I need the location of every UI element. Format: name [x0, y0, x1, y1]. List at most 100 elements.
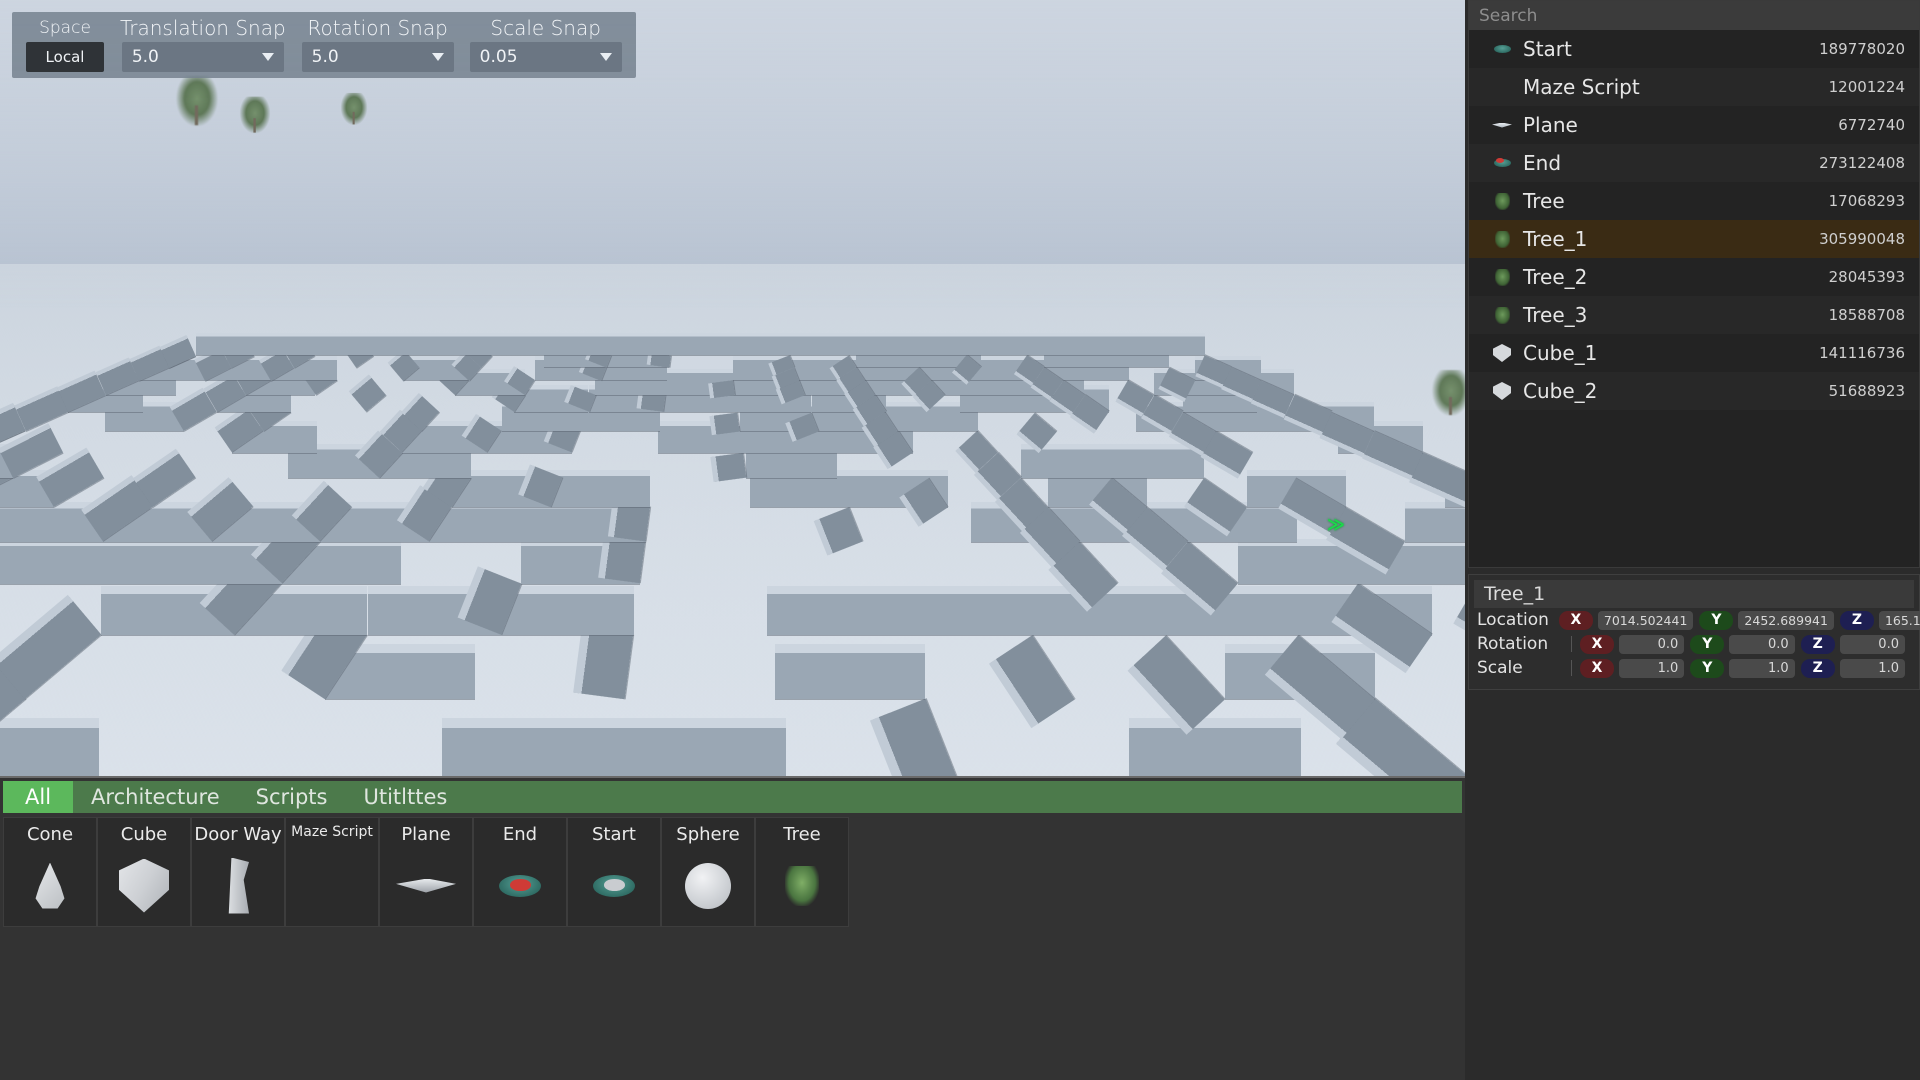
maze-wall	[598, 536, 645, 583]
axis-y-input[interactable]: 2452.689941	[1738, 611, 1834, 630]
3d-viewport[interactable]: ≫	[0, 0, 1465, 776]
rotation-snap-dropdown[interactable]: 5.0	[302, 42, 454, 72]
maze-wall	[0, 718, 99, 776]
divider	[1571, 660, 1572, 676]
asset-cell[interactable]: Start	[567, 817, 661, 927]
outliner-row-id: 141116736	[1819, 344, 1905, 362]
maze-wall	[0, 539, 43, 583]
scene-tree[interactable]	[341, 93, 368, 125]
inspector-title-field[interactable]: Tree_1	[1474, 580, 1914, 608]
outliner-list[interactable]: Start189778020Maze Script12001224Plane67…	[1469, 30, 1919, 410]
asset-category-tabs[interactable]: AllArchitectureScriptsUtitlttes	[3, 781, 1462, 813]
transform-row: RotationX0.0Y0.0Z0.0	[1469, 632, 1919, 656]
maze-wall	[670, 333, 729, 355]
outliner-row-id: 18588708	[1829, 306, 1905, 324]
outliner-row-name: Tree_1	[1523, 227, 1819, 251]
outliner-row-name: Start	[1523, 37, 1819, 61]
maze-wall	[1026, 333, 1085, 355]
search-input[interactable]: Search	[1469, 1, 1919, 30]
maze-wall	[900, 586, 1033, 635]
maze-wall	[492, 333, 551, 355]
scale-snap-dropdown[interactable]: 0.05	[470, 42, 622, 72]
maze-wall	[314, 333, 373, 355]
asset-cell[interactable]: Cube	[97, 817, 191, 927]
translation-snap-dropdown[interactable]: 5.0	[122, 42, 284, 72]
inspector-panel: Tree_1 Location X 7014.502441 Y 2452.689941 Z…	[1468, 574, 1920, 690]
outliner-row-name: End	[1523, 151, 1819, 175]
axis-z-input[interactable]: 1.0	[1840, 659, 1905, 678]
transform-row: LocationX7014.502441Y2452.689941Z165.100…	[1469, 608, 1919, 632]
outliner-row-name: Tree_2	[1523, 265, 1829, 289]
asset-tab-scripts[interactable]: Scripts	[238, 781, 346, 813]
asset-label: Plane	[401, 824, 450, 845]
asset-tab-utitlttes[interactable]: Utitlttes	[345, 781, 465, 813]
axis-z-input[interactable]: 0.0	[1840, 635, 1905, 654]
axis-y-input[interactable]: 1.0	[1729, 659, 1794, 678]
outliner-row[interactable]: Tree_228045393	[1469, 258, 1919, 296]
axis-y-input[interactable]: 0.0	[1729, 635, 1794, 654]
tree-icon	[1491, 190, 1513, 212]
outliner-row-name: Cube_2	[1523, 379, 1829, 403]
outliner-row[interactable]: Tree17068293	[1469, 182, 1919, 220]
asset-tab-architecture[interactable]: Architecture	[73, 781, 238, 813]
asset-cell[interactable]: Maze Script	[285, 817, 379, 927]
rotation-snap-label: Rotation Snap	[307, 14, 447, 42]
outliner-row[interactable]: Maze Script12001224	[1469, 68, 1919, 106]
disc-red-icon	[1491, 152, 1513, 174]
search-placeholder: Search	[1479, 6, 1537, 26]
axis-y-badge: Y	[1690, 635, 1724, 654]
asset-cell[interactable]: Cone	[3, 817, 97, 927]
tree-icon	[1491, 228, 1513, 250]
transform-gizmo-arrow[interactable]: ≫	[1327, 515, 1342, 535]
maze-wall	[442, 718, 614, 776]
asset-cell[interactable]: Door Way	[191, 817, 285, 927]
maze-wall	[374, 333, 433, 355]
outliner-row-name: Plane	[1523, 113, 1838, 137]
rotation-snap-value: 5.0	[312, 47, 339, 67]
space-dropdown[interactable]: Local	[26, 42, 104, 72]
maze-wall	[709, 412, 740, 435]
outliner-row[interactable]: Start189778020	[1469, 30, 1919, 68]
translation-snap-value: 5.0	[132, 47, 159, 67]
axis-x-input[interactable]: 1.0	[1619, 659, 1684, 678]
asset-label: Sphere	[676, 824, 739, 845]
scene-tree[interactable]	[176, 76, 218, 127]
asset-grid[interactable]: ConeCubeDoor Way Maze Script Plane EndStart…	[3, 817, 1465, 927]
asset-label: Maze Script	[291, 824, 373, 840]
maze-wall	[551, 470, 650, 507]
outliner-row[interactable]: Cube_1141116736	[1469, 334, 1919, 372]
asset-label: Tree	[783, 824, 821, 845]
outliner-row-name: Tree_3	[1523, 303, 1829, 327]
axis-z-badge: Z	[1801, 635, 1835, 654]
transform-row-label: Location	[1477, 610, 1549, 630]
maze-wall	[710, 453, 746, 482]
axis-z-input[interactable]: 165.100021	[1879, 611, 1920, 630]
scene-tree[interactable]	[240, 97, 270, 134]
asset-cell[interactable]: Plane	[379, 817, 473, 927]
axis-x-input[interactable]: 0.0	[1619, 635, 1684, 654]
outliner-row[interactable]: End273122408	[1469, 144, 1919, 182]
axis-x-badge: X	[1580, 659, 1614, 678]
maze-wall	[767, 586, 900, 635]
scene-tree[interactable]	[1432, 370, 1465, 416]
outliner-row-id: 28045393	[1829, 268, 1905, 286]
snap-toolbar: Space Local Translation Snap 5.0 Rotatio…	[12, 12, 636, 78]
outliner-row[interactable]: Plane6772740	[1469, 106, 1919, 144]
outliner-row-name: Maze Script	[1523, 75, 1829, 99]
outliner-row-id: 12001224	[1829, 78, 1905, 96]
chevron-down-icon	[600, 53, 612, 61]
axis-x-input[interactable]: 7014.502441	[1598, 611, 1694, 630]
transform-row-label: Scale	[1477, 658, 1569, 678]
maze-wall	[848, 333, 907, 355]
asset-cell[interactable]: Tree	[755, 817, 849, 927]
outliner-row[interactable]: Tree_318588708	[1469, 296, 1919, 334]
maze-wall	[573, 628, 633, 699]
axis-y-badge: Y	[1699, 611, 1733, 630]
asset-tab-all[interactable]: All	[3, 781, 73, 813]
asset-cell[interactable]: Sphere	[661, 817, 755, 927]
outliner-row-id: 189778020	[1819, 40, 1905, 58]
outliner-row[interactable]: Cube_251688923	[1469, 372, 1919, 410]
maze-wall	[1086, 333, 1145, 355]
asset-cell[interactable]: End	[473, 817, 567, 927]
outliner-row[interactable]: Tree_1305990048	[1469, 220, 1919, 258]
